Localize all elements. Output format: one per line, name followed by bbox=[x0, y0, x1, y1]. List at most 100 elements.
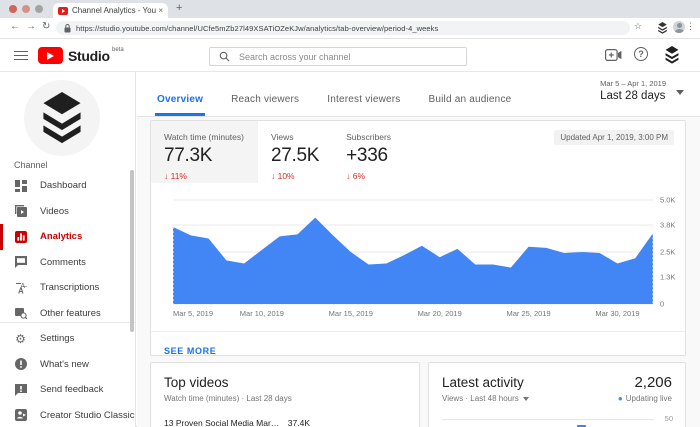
whats-new-icon bbox=[14, 358, 27, 371]
svg-text:Mar 30, 2019: Mar 30, 2019 bbox=[595, 309, 639, 318]
window-minimize-button[interactable] bbox=[22, 5, 30, 13]
sidebar-scrollbar[interactable] bbox=[130, 170, 134, 332]
browser-tab[interactable]: Channel Analytics - YouTube S × bbox=[53, 3, 168, 18]
tab-close-icon[interactable]: × bbox=[158, 6, 163, 15]
sidebar-item-videos[interactable]: Videos bbox=[0, 199, 135, 225]
window-zoom-button[interactable] bbox=[35, 5, 43, 13]
video-title: 13 Proven Social Media Marketing Tips f.… bbox=[164, 418, 282, 427]
search-placeholder: Search across your channel bbox=[239, 52, 351, 62]
top-videos-title: Top videos bbox=[164, 375, 406, 390]
browser-tab-strip: Channel Analytics - YouTube S × + bbox=[0, 0, 700, 18]
metric-subscribers[interactable]: Subscribers +336 ↓ 6% bbox=[333, 121, 405, 183]
metric-watch-time[interactable]: Watch time (minutes) 77.3K ↓ 11% bbox=[151, 121, 258, 183]
search-input[interactable]: Search across your channel bbox=[209, 47, 467, 66]
svg-text:A: A bbox=[18, 286, 24, 294]
top-video-row[interactable]: 13 Proven Social Media Marketing Tips f.… bbox=[164, 417, 406, 427]
help-icon[interactable]: ? bbox=[634, 47, 648, 61]
updated-timestamp: Updated Apr 1, 2019, 3:00 PM bbox=[554, 130, 674, 145]
extension-icon[interactable] bbox=[657, 22, 668, 34]
metrics-row: Watch time (minutes) 77.3K ↓ 11% Views 2… bbox=[151, 121, 405, 183]
sidebar-item-comments[interactable]: Comments bbox=[0, 250, 135, 276]
top-videos-subtitle: Watch time (minutes) · Last 28 days bbox=[164, 394, 406, 403]
sidebar-item-analytics[interactable]: Analytics bbox=[0, 224, 135, 250]
channel-avatar-large[interactable] bbox=[24, 80, 100, 156]
latest-activity-card: Latest activity 2,206 Views · Last 48 ho… bbox=[428, 362, 686, 427]
reload-icon[interactable]: ↻ bbox=[42, 21, 50, 32]
sidebar-nav: Dashboard Videos Analytics Comments bbox=[0, 173, 135, 427]
studio-header: Studio beta Search across your channel ? bbox=[0, 39, 700, 72]
lock-icon bbox=[64, 24, 71, 33]
chevron-down-icon[interactable] bbox=[676, 90, 684, 95]
browser-window: Channel Analytics - YouTube S × + ← → ↻ … bbox=[0, 0, 700, 427]
channel-label: Channel bbox=[14, 160, 48, 170]
forward-icon[interactable]: → bbox=[26, 21, 36, 32]
delta-down-badge: ↓ 10% bbox=[271, 171, 319, 181]
svg-text:3.8K: 3.8K bbox=[660, 220, 675, 229]
latest-activity-value: 2,206 bbox=[634, 374, 672, 391]
updating-live-badge: ●Updating live bbox=[618, 394, 672, 403]
tab-overview[interactable]: Overview bbox=[155, 94, 205, 116]
svg-text:5.0K: 5.0K bbox=[660, 196, 675, 205]
sidebar-item-creator-studio-classic[interactable]: Creator Studio Classic bbox=[0, 403, 135, 427]
period-label: Last 28 days bbox=[600, 90, 666, 102]
comments-icon bbox=[14, 256, 27, 269]
sidebar-divider bbox=[0, 322, 135, 323]
see-more-link[interactable]: SEE MORE bbox=[164, 346, 216, 356]
tab-title: Channel Analytics - YouTube S bbox=[72, 6, 156, 15]
youtube-logo-icon[interactable] bbox=[38, 47, 63, 64]
svg-text:1.3K: 1.3K bbox=[660, 272, 675, 281]
svg-text:2.5K: 2.5K bbox=[660, 248, 675, 257]
studio-logo-text[interactable]: Studio bbox=[68, 48, 110, 64]
transcriptions-icon: A̶A bbox=[14, 281, 27, 294]
area-chart-svg: 01.3K2.5K3.8K5.0KMar 5, 2019Mar 10, 2019… bbox=[151, 191, 687, 323]
other-features-icon bbox=[14, 307, 27, 320]
sidebar-item-dashboard[interactable]: Dashboard bbox=[0, 173, 135, 199]
channel-avatar-small[interactable] bbox=[662, 45, 682, 65]
youtube-favicon-icon bbox=[58, 7, 68, 15]
latest-activity-filter[interactable]: Views · Last 48 hours bbox=[442, 394, 529, 403]
stack-logo-icon bbox=[39, 92, 85, 144]
browser-profile-avatar[interactable] bbox=[673, 21, 685, 33]
svg-text:Mar 20, 2019: Mar 20, 2019 bbox=[418, 309, 462, 318]
analytics-tabs-row: Overview Reach viewers Interest viewers … bbox=[137, 72, 700, 117]
analytics-main: Overview Reach viewers Interest viewers … bbox=[137, 72, 700, 427]
videos-icon bbox=[14, 205, 27, 218]
video-bar-track bbox=[318, 417, 406, 427]
beta-badge: beta bbox=[112, 47, 124, 53]
date-range-selector[interactable]: Mar 5 – Apr 1, 2019 Last 28 days bbox=[600, 79, 666, 102]
window-close-button[interactable] bbox=[9, 5, 17, 13]
new-tab-button[interactable]: + bbox=[176, 2, 182, 14]
sidebar-item-transcriptions[interactable]: A̶A Transcriptions bbox=[0, 275, 135, 301]
latest-activity-title: Latest activity bbox=[442, 375, 524, 390]
svg-text:Mar 15, 2019: Mar 15, 2019 bbox=[329, 309, 373, 318]
date-range-text: Mar 5 – Apr 1, 2019 bbox=[600, 79, 666, 88]
create-video-icon[interactable] bbox=[605, 49, 622, 61]
settings-gear-icon: ⚙ bbox=[14, 332, 27, 345]
send-feedback-icon bbox=[14, 383, 27, 396]
overview-card: Watch time (minutes) 77.3K ↓ 11% Views 2… bbox=[150, 120, 686, 356]
bookmark-star-icon[interactable]: ☆ bbox=[634, 21, 642, 32]
sidebar-item-send-feedback[interactable]: Send feedback bbox=[0, 377, 135, 403]
video-watch-time: 37.4K bbox=[288, 418, 310, 427]
svg-text:Mar 25, 2019: Mar 25, 2019 bbox=[506, 309, 550, 318]
back-icon[interactable]: ← bbox=[10, 21, 20, 32]
analytics-icon bbox=[14, 230, 27, 243]
mini-chart-axis-label: 50 bbox=[665, 414, 673, 423]
tab-reach-viewers[interactable]: Reach viewers bbox=[229, 94, 301, 116]
chevron-down-icon bbox=[523, 397, 529, 401]
tab-build-an-audience[interactable]: Build an audience bbox=[427, 94, 514, 116]
svg-text:Mar 10, 2019: Mar 10, 2019 bbox=[240, 309, 284, 318]
sidebar-item-settings[interactable]: ⚙ Settings bbox=[0, 326, 135, 352]
address-field[interactable]: https://studio.youtube.com/channel/UCfe5… bbox=[56, 21, 630, 35]
sidebar-item-whats-new[interactable]: What's new bbox=[0, 352, 135, 378]
browser-url-bar: ← → ↻ https://studio.youtube.com/channel… bbox=[0, 18, 700, 39]
hamburger-menu-icon[interactable] bbox=[14, 51, 28, 60]
browser-menu-icon[interactable]: ⋮ bbox=[686, 21, 695, 32]
url-text: https://studio.youtube.com/channel/UCfe5… bbox=[76, 24, 438, 33]
delta-down-badge: ↓ 6% bbox=[346, 171, 391, 181]
delta-down-badge: ↓ 11% bbox=[164, 171, 244, 181]
metric-views[interactable]: Views 27.5K ↓ 10% bbox=[258, 121, 333, 183]
mini-chart-gridline bbox=[442, 419, 654, 420]
tab-interest-viewers[interactable]: Interest viewers bbox=[325, 94, 402, 116]
creator-studio-classic-icon bbox=[14, 409, 27, 422]
